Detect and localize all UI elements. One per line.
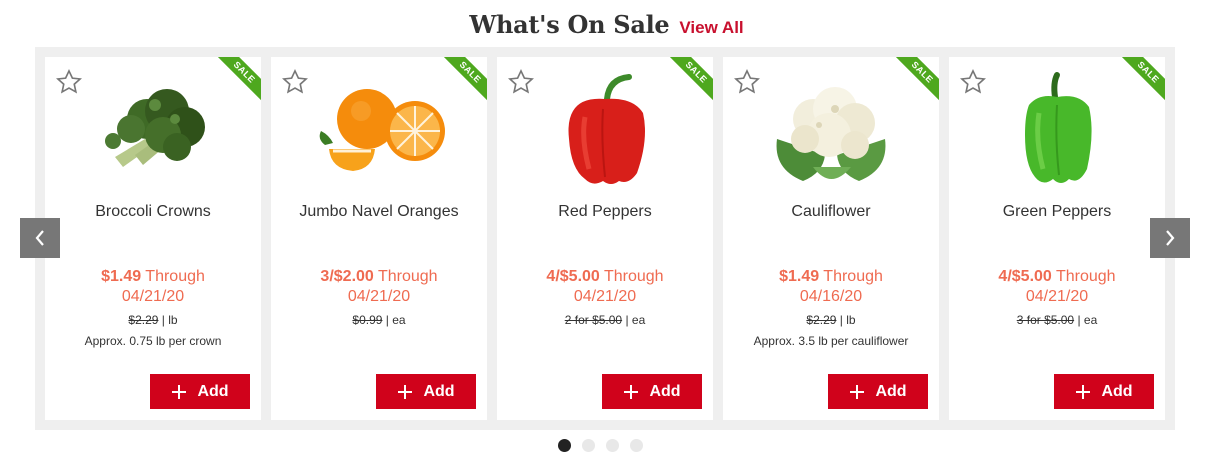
- product-card: SALE Green Peppers 4/$5.00 Through 04/21/…: [949, 57, 1165, 420]
- product-card: SALE Cauliflower $1.49 Through 04/16/20 $…: [723, 57, 939, 420]
- plus-icon: [398, 384, 413, 399]
- page-dot-2[interactable]: [582, 439, 595, 452]
- sale-ribbon: SALE: [667, 57, 713, 103]
- sale-price: 3/$2.00 Through 04/21/20: [320, 268, 438, 305]
- regular-price: 2 for $5.00 | ea: [564, 313, 646, 327]
- product-name: Green Peppers: [1002, 203, 1112, 220]
- oranges-image: [319, 89, 445, 171]
- sale-ribbon: SALE: [1119, 57, 1165, 103]
- carousel-prev-button[interactable]: [20, 218, 60, 258]
- product-name: Cauliflower: [791, 203, 871, 220]
- page-dot-4[interactable]: [630, 439, 643, 452]
- chevron-right-icon: [1166, 230, 1175, 246]
- section-header: What's On Sale View All: [0, 10, 1213, 42]
- cauliflower-image: [776, 87, 886, 181]
- plus-icon: [1076, 384, 1091, 399]
- sale-price: 4/$5.00 Through 04/21/20: [998, 268, 1116, 305]
- favorite-star-icon[interactable]: [281, 68, 309, 96]
- plus-icon: [172, 384, 187, 399]
- sale-ribbon-label: SALE: [441, 57, 487, 103]
- add-to-cart-button[interactable]: Add: [376, 374, 476, 409]
- regular-price: $2.29 | lb: [128, 313, 178, 327]
- sale-ribbon: SALE: [215, 57, 261, 103]
- product-name: Red Peppers: [558, 203, 652, 220]
- red-pepper-image: [568, 74, 645, 184]
- product-card: SALE Jumbo Navel Oranges 3/$2.00 Through…: [271, 57, 487, 420]
- favorite-star-icon[interactable]: [959, 68, 987, 96]
- regular-price: 3 for $5.00 | ea: [1016, 313, 1098, 327]
- favorite-star-icon[interactable]: [733, 68, 761, 96]
- add-to-cart-button[interactable]: Add: [1054, 374, 1154, 409]
- regular-price: $2.29 | lb: [806, 313, 856, 327]
- product-card: SALE Red Peppers 4/$5.00 Through 04/21/20…: [497, 57, 713, 420]
- add-to-cart-button[interactable]: Add: [150, 374, 250, 409]
- add-to-cart-button[interactable]: Add: [828, 374, 928, 409]
- favorite-star-icon[interactable]: [55, 68, 83, 96]
- sale-price: 4/$5.00 Through 04/21/20: [546, 268, 664, 305]
- sale-ribbon-label: SALE: [1119, 57, 1165, 103]
- green-pepper-image: [1025, 72, 1092, 183]
- page-dot-3[interactable]: [606, 439, 619, 452]
- product-name: Jumbo Navel Oranges: [299, 203, 459, 220]
- product-card: SALE Broccoli Crowns $1.49 Through 04/21/…: [45, 57, 261, 420]
- favorite-star-icon[interactable]: [507, 68, 535, 96]
- weight-note: Approx. 3.5 lb per cauliflower: [753, 334, 909, 348]
- sale-ribbon-label: SALE: [215, 57, 261, 103]
- chevron-left-icon: [35, 230, 44, 246]
- view-all-link[interactable]: View All: [679, 18, 743, 38]
- product-name: Broccoli Crowns: [95, 203, 211, 220]
- carousel-pagination: [558, 439, 643, 452]
- sale-price: $1.49 Through 04/16/20: [779, 268, 883, 305]
- add-to-cart-button[interactable]: Add: [602, 374, 702, 409]
- sale-ribbon-label: SALE: [893, 57, 939, 103]
- plus-icon: [850, 384, 865, 399]
- weight-note: Approx. 0.75 lb per crown: [84, 334, 222, 348]
- carousel-next-button[interactable]: [1150, 218, 1190, 258]
- sale-price: $1.49 Through 04/21/20: [101, 268, 205, 305]
- page-dot-1[interactable]: [558, 439, 571, 452]
- sale-ribbon: SALE: [441, 57, 487, 103]
- broccoli-image: [105, 89, 205, 167]
- sale-carousel: SALE Broccoli Crowns $1.49 Through 04/21/…: [35, 47, 1175, 430]
- plus-icon: [624, 384, 639, 399]
- sale-ribbon: SALE: [893, 57, 939, 103]
- sale-ribbon-label: SALE: [667, 57, 713, 103]
- section-title: What's On Sale: [469, 10, 670, 39]
- regular-price: $0.99 | ea: [352, 313, 406, 327]
